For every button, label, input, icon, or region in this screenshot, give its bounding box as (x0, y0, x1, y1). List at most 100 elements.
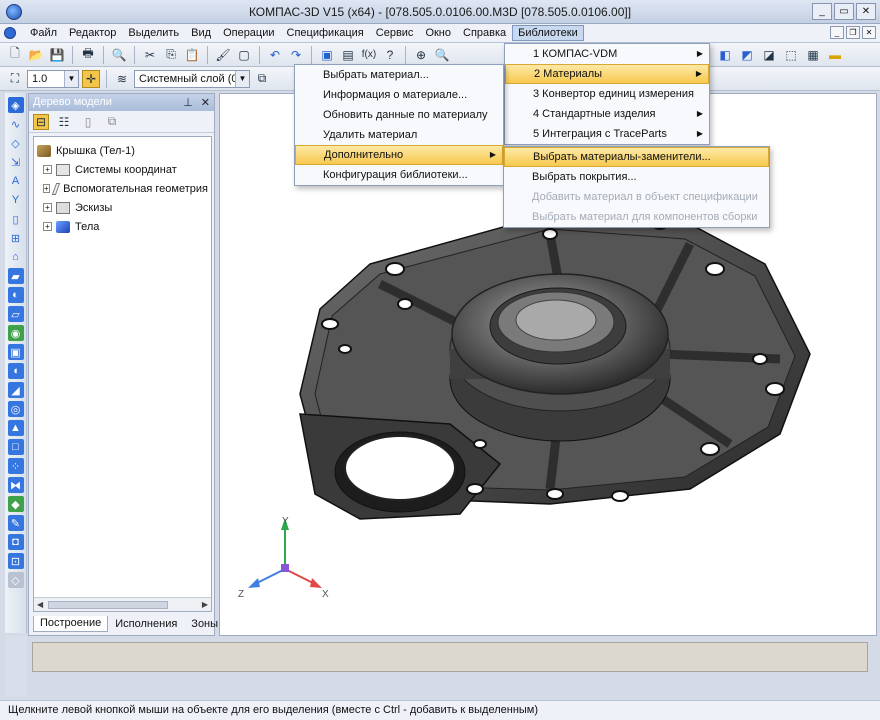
layer-settings-icon[interactable]: ⧉ (253, 70, 271, 88)
tree-node-auxiliary-geometry[interactable]: + Вспомогательная геометрия (37, 179, 208, 198)
menu-service[interactable]: Сервис (370, 25, 420, 41)
manager-icon[interactable]: ▣ (318, 46, 336, 64)
boolean-icon[interactable]: ◘ (7, 534, 24, 550)
frame-icon[interactable]: ▢ (235, 46, 253, 64)
menu-item-standard-parts[interactable]: 4 Стандартные изделия ▶ (505, 104, 709, 124)
doc-minimize-button[interactable]: _ (830, 26, 844, 39)
expand-icon[interactable]: + (43, 184, 50, 193)
doc-restore-button[interactable]: ❐ (846, 26, 860, 39)
spec-icon[interactable]: ⊞ (8, 230, 24, 246)
view-orientation-icon[interactable]: ◧ (716, 46, 734, 64)
document-icon[interactable] (4, 27, 16, 39)
print-icon[interactable]: 🖶 (79, 46, 97, 64)
chamfer-icon[interactable]: ◢ (7, 382, 24, 398)
tree-view-icon[interactable]: ⊟ (33, 113, 49, 130)
tree-root-node[interactable]: Крышка (Тел-1) (37, 141, 208, 160)
tree-node-sketches[interactable]: + Эскизы (37, 198, 208, 217)
pattern-icon[interactable]: ⁘ (7, 458, 24, 474)
zoom-icon[interactable]: ⊕ (412, 46, 430, 64)
save-icon[interactable]: 💾 (48, 46, 66, 64)
undo-icon[interactable]: ↶ (266, 46, 284, 64)
menu-libraries[interactable]: Библиотеки (512, 25, 584, 41)
tree-filter-icon[interactable]: ▯ (79, 113, 97, 131)
menu-item-library-config[interactable]: Конфигурация библиотеки... (295, 165, 503, 185)
new-document-icon[interactable]: 🗋 (6, 46, 24, 64)
tree-node-bodies[interactable]: + Тела (37, 217, 208, 236)
cut-icon[interactable]: ✂ (141, 46, 159, 64)
preview-icon[interactable]: 🔍 (110, 46, 128, 64)
minimize-button[interactable]: _ (812, 3, 832, 20)
chevron-down-icon[interactable]: ▼ (235, 70, 249, 87)
menu-specification[interactable]: Спецификация (281, 25, 370, 41)
housing-cover-part[interactable] (299, 213, 811, 520)
disabled-tool-icon[interactable]: ◇ (7, 572, 24, 588)
layers-icon[interactable]: ≋ (113, 70, 131, 88)
zoom-window-icon[interactable]: 🔍 (433, 46, 451, 64)
tree-mode-icon[interactable]: ☷ (55, 113, 73, 131)
expand-icon[interactable]: + (43, 165, 52, 174)
menu-select[interactable]: Выделить (122, 25, 185, 41)
scroll-right-icon[interactable]: ▶ (202, 600, 208, 609)
expand-icon[interactable]: + (43, 203, 52, 212)
tree-node-coordinate-systems[interactable]: + Системы координат (37, 160, 208, 179)
maximize-button[interactable]: ▭ (834, 3, 854, 20)
hole-icon[interactable]: ◎ (7, 401, 24, 417)
scroll-left-icon[interactable]: ◀ (37, 600, 43, 609)
display-icon[interactable]: ▦ (804, 46, 822, 64)
open-icon[interactable]: 📂 (27, 46, 45, 64)
designations-icon[interactable]: A (8, 173, 24, 189)
close-button[interactable]: ✕ (856, 3, 876, 20)
redo-icon[interactable]: ↷ (287, 46, 305, 64)
thread-icon[interactable]: ✎ (7, 515, 24, 531)
menu-item-kompas-vdm[interactable]: 1 КОМПАС-VDM ▶ (505, 44, 709, 64)
close-icon[interactable]: ✕ (201, 96, 210, 109)
chevron-down-icon[interactable]: ▼ (64, 70, 78, 87)
layer-combo[interactable]: Системный слой (0) ▼ (134, 69, 250, 88)
array-icon[interactable]: ⊡ (7, 553, 24, 569)
tab-construction[interactable]: Построение (33, 616, 109, 632)
menu-view[interactable]: Вид (185, 25, 217, 41)
surfaces-icon[interactable]: ◇ (8, 135, 24, 151)
scale-combo[interactable]: 1.0 ▼ (27, 69, 79, 88)
variables-icon[interactable]: f(x) (360, 46, 378, 64)
menu-item-update-material[interactable]: Обновить данные по материалу (295, 105, 503, 125)
menu-item-select-substitutes[interactable]: Выбрать материалы-заменители... (504, 147, 769, 167)
fillet-icon[interactable]: ◖ (7, 363, 24, 379)
menu-file[interactable]: Файл (24, 25, 63, 41)
menu-item-delete-material[interactable]: Удалить материал (295, 125, 503, 145)
snap-icon[interactable]: ⛶ (6, 70, 24, 88)
pin-icon[interactable]: ⊥ (183, 96, 193, 109)
geometry-icon[interactable]: ◈ (7, 97, 24, 113)
folder-icon[interactable]: ▬ (826, 46, 844, 64)
menu-operations[interactable]: Операции (217, 25, 280, 41)
filter-icon[interactable]: ⬚ (782, 46, 800, 64)
rotate-icon[interactable]: ◐ (7, 287, 24, 303)
tree-settings-icon[interactable]: ⧉ (103, 113, 121, 131)
rib-icon[interactable]: ▲ (7, 420, 24, 436)
loft-icon[interactable]: ▱ (7, 306, 24, 322)
expand-icon[interactable]: + (43, 222, 52, 231)
menu-help[interactable]: Справка (457, 25, 512, 41)
cut-extrude-icon[interactable]: ▣ (7, 344, 24, 360)
paste-icon[interactable]: 📋 (183, 46, 201, 64)
menu-item-material-info[interactable]: Информация о материале... (295, 85, 503, 105)
scroll-thumb[interactable] (48, 601, 168, 609)
menu-edit[interactable]: Редактор (63, 25, 122, 41)
copy-icon[interactable]: ⎘ (162, 46, 180, 64)
menu-item-additional[interactable]: Дополнительно ▶ (295, 145, 503, 165)
marks-icon[interactable]: Y (8, 192, 24, 208)
perspective-icon[interactable]: ◪ (760, 46, 778, 64)
curves-icon[interactable]: ∿ (8, 116, 24, 132)
shaded-view-icon[interactable]: ◩ (738, 46, 756, 64)
doc-close-button[interactable]: ✕ (862, 26, 876, 39)
mirror-icon[interactable]: ⧓ (7, 477, 24, 493)
format-brush-icon[interactable]: 🖌 (214, 46, 232, 64)
menu-item-select-material[interactable]: Выбрать материал... (295, 65, 503, 85)
kinematic-icon[interactable]: ◉ (7, 325, 24, 341)
menu-item-traceparts[interactable]: 5 Интеграция с TraceParts ▶ (505, 124, 709, 144)
menu-window[interactable]: Окно (419, 25, 457, 41)
help-pointer-icon[interactable]: ? (381, 46, 399, 64)
menu-item-select-coatings[interactable]: Выбрать покрытия... (504, 167, 769, 187)
menu-item-materials[interactable]: 2 Материалы ▶ (505, 64, 709, 84)
tree-horizontal-scrollbar[interactable]: ◀ ▶ (34, 597, 211, 611)
